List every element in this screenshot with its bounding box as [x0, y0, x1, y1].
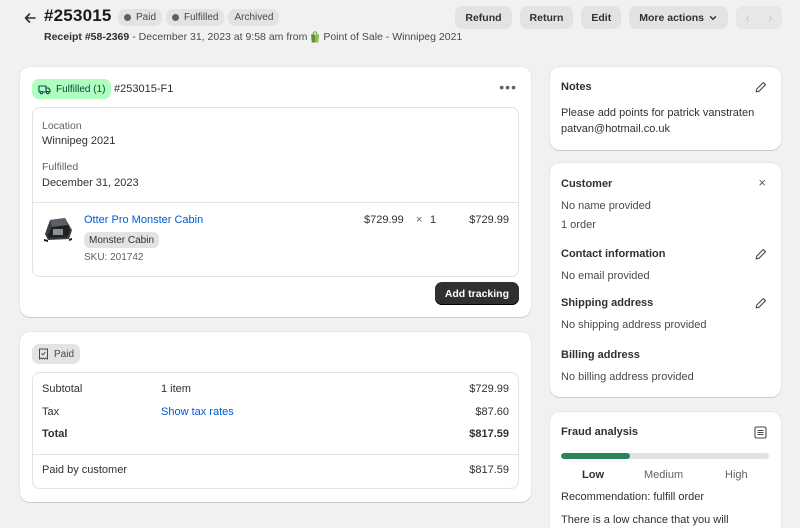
tax-label: Tax — [42, 406, 60, 418]
status-badges: Paid Fulfilled Archived — [118, 9, 280, 26]
order-subline: Receipt #58-2369 - December 31, 2023 at … — [44, 31, 462, 43]
remove-customer-icon[interactable]: × — [758, 175, 766, 190]
total-value: $817.59 — [469, 428, 509, 440]
customer-name: No name provided — [561, 200, 651, 212]
product-thumbnail — [44, 218, 72, 242]
total-label: Total — [42, 428, 68, 440]
fraud-analysis-card: Fraud analysis Low Medium High Recommend… — [550, 412, 781, 528]
badge-label: Archived — [234, 12, 274, 23]
billing-address-title: Billing address — [561, 349, 640, 361]
fulfilled-date: December 31, 2023 — [42, 177, 139, 189]
divider — [33, 454, 518, 455]
chevron-down-icon — [709, 15, 717, 20]
note-line-2: patvan@hotmail.co.uk — [561, 123, 671, 135]
variant-badge: Monster Cabin — [84, 232, 160, 248]
paid-status-badge: Paid — [32, 344, 81, 364]
payment-card: Paid Subtotal 1 item $729.99 Tax Show ta… — [20, 332, 531, 502]
fulfillment-card: Fulfilled (1) #253015-F1 ••• Location Wi… — [20, 67, 531, 317]
customer-orders: 1 order — [561, 219, 596, 231]
pencil-icon[interactable] — [755, 81, 767, 93]
payment-summary: Subtotal 1 item $729.99 Tax Show tax rat… — [32, 372, 519, 489]
fraud-recommendation: Recommendation: fulfill order — [561, 491, 705, 503]
subtotal-label: Subtotal — [42, 383, 83, 395]
fulfilled-status-badge: Fulfilled (1) — [32, 79, 112, 99]
more-actions-label: More actions — [639, 11, 704, 24]
receipt-icon — [39, 348, 48, 360]
fulfilled-badge: Fulfilled — [166, 9, 225, 26]
fulfilled-status-label: Fulfilled (1) — [56, 83, 106, 95]
badge-label: Paid — [136, 12, 157, 23]
shipping-address-title: Shipping address — [561, 297, 654, 309]
risk-level-low: Low — [582, 469, 604, 481]
truck-icon — [38, 84, 51, 94]
order-number: #253015 — [44, 6, 112, 25]
previous-order-button[interactable]: ‹ — [736, 6, 759, 29]
billing-address-value: No billing address provided — [561, 371, 694, 383]
line-total: $729.99 — [469, 214, 509, 226]
paid-badge: Paid — [118, 9, 163, 26]
tax-value: $87.60 — [475, 406, 509, 418]
pencil-icon[interactable] — [755, 297, 767, 309]
order-source: Point of Sale - Winnipeg 2021 — [323, 31, 463, 43]
contact-email: No email provided — [561, 270, 650, 282]
shipping-address-value: No shipping address provided — [561, 319, 707, 331]
contact-information-title: Contact information — [561, 248, 666, 260]
fraud-description: There is a low chance that you will — [561, 514, 729, 526]
risk-meter — [561, 453, 769, 459]
subtotal-items: 1 item — [161, 383, 191, 395]
order-date: - December 31, 2023 at 9:58 am from — [132, 31, 308, 43]
dot-icon — [124, 14, 131, 21]
location-value: Winnipeg 2021 — [42, 135, 116, 147]
header-actions: Refund Return Edit More actions ‹ › — [455, 6, 782, 29]
badge-label: Fulfilled — [184, 12, 219, 23]
next-order-button[interactable]: › — [759, 6, 782, 29]
tax-row: Tax Show tax rates $87.60 — [42, 406, 509, 422]
fulfillment-details: Location Winnipeg 2021 Fulfilled Decembe… — [32, 107, 519, 277]
quantity: 1 — [430, 214, 437, 226]
unit-price: $729.99 — [364, 214, 404, 226]
risk-level-medium: Medium — [644, 469, 684, 481]
customer-card: Customer × No name provided 1 order Cont… — [550, 163, 781, 397]
subtotal-value: $729.99 — [469, 383, 509, 395]
page-header: #253015 Paid Fulfilled Archived Receipt … — [0, 0, 800, 58]
divider — [33, 202, 518, 203]
order-pager: ‹ › — [736, 6, 782, 29]
notes-card: Notes Please add points for patrick vans… — [550, 67, 781, 150]
times-sign: × — [416, 214, 423, 226]
product-name-link[interactable]: Otter Pro Monster Cabin — [84, 214, 203, 226]
more-options-icon[interactable]: ••• — [499, 79, 517, 95]
paid-by-customer-value: $817.59 — [469, 464, 509, 476]
notes-title: Notes — [561, 81, 592, 93]
refund-button[interactable]: Refund — [455, 6, 512, 29]
paid-by-customer-label: Paid by customer — [42, 464, 127, 476]
return-button[interactable]: Return — [519, 6, 574, 29]
report-list-icon[interactable] — [754, 426, 767, 439]
paid-status-label: Paid — [54, 348, 75, 360]
risk-meter-fill — [561, 453, 630, 459]
fulfillment-id: #253015-F1 — [114, 83, 174, 95]
receipt-number: Receipt #58-2369 — [44, 31, 130, 43]
archived-badge: Archived — [228, 9, 280, 26]
show-tax-rates-link[interactable]: Show tax rates — [161, 406, 234, 418]
shopify-bag-icon — [311, 31, 320, 43]
total-row: Total $817.59 — [42, 428, 509, 444]
product-sku: SKU: 201742 — [84, 252, 144, 263]
dot-icon — [172, 14, 180, 21]
customer-title: Customer — [561, 178, 613, 190]
add-tracking-button[interactable]: Add tracking — [434, 282, 519, 305]
note-line-1: Please add points for patrick vanstraten — [561, 107, 755, 119]
more-actions-button[interactable]: More actions — [629, 6, 728, 29]
fraud-analysis-title: Fraud analysis — [561, 426, 639, 438]
risk-level-high: High — [725, 469, 748, 481]
edit-button[interactable]: Edit — [581, 6, 622, 29]
pencil-icon[interactable] — [755, 248, 767, 260]
back-arrow-icon[interactable] — [20, 8, 40, 28]
subtotal-row: Subtotal 1 item $729.99 — [42, 383, 509, 399]
fulfilled-label: Fulfilled — [42, 161, 79, 173]
paid-by-customer-row: Paid by customer $817.59 — [42, 464, 509, 480]
location-label: Location — [42, 120, 82, 132]
